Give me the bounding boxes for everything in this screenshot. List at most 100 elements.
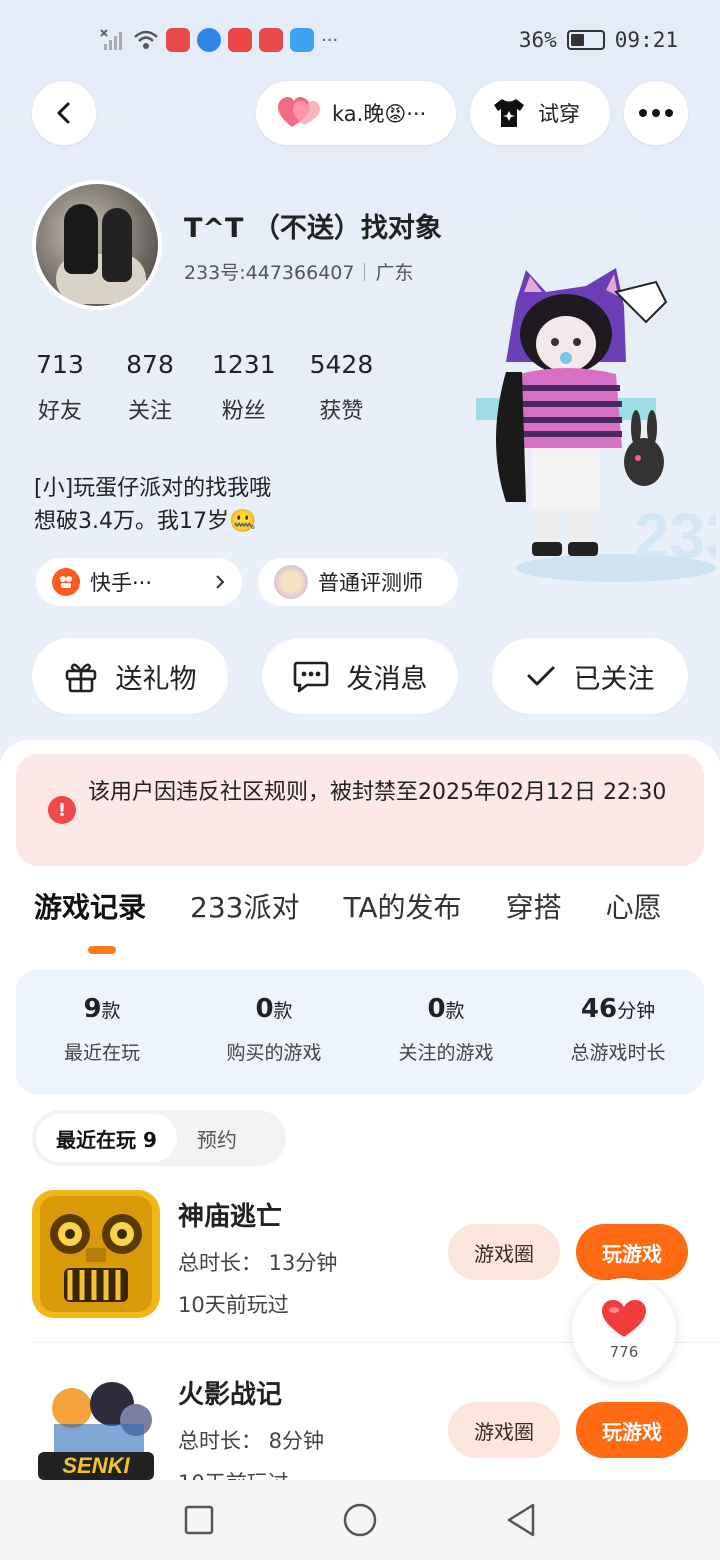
double-heart-icon [278,97,320,127]
avatar[interactable] [32,180,162,310]
game-summary: 9款 最近在玩 0款 购买的游戏 0款 关注的游戏 46分钟 总游戏时长 [16,970,704,1094]
game-duration: 总时长： 13分钟 [178,1251,338,1275]
reviewer-badge-label: 普通评测师 [318,571,423,595]
summary-value: 46分钟 [580,994,656,1024]
tab-game-records[interactable]: 游戏记录 [34,886,146,926]
heart-icon [602,1300,646,1337]
segment-recent[interactable]: 最近在玩 9 [36,1114,177,1162]
nickname: T^T （不送）找对象 [184,213,442,244]
segment-reserve[interactable]: 预约 [177,1114,257,1162]
more-dots-icon [639,109,673,117]
summary-purchased[interactable]: 0款 购买的游戏 [188,970,360,1094]
summary-playtime[interactable]: 46分钟 总游戏时长 [532,970,704,1094]
send-gift-button[interactable]: 送礼物 [32,638,228,714]
wifi-icon [134,30,158,49]
stat-value: 878 [126,350,174,379]
game-meta: 总时长： 8分钟 10天前玩过 [178,1420,324,1480]
status-right: 36% 09:21 [519,28,678,52]
back-triangle-icon[interactable] [505,1502,537,1538]
battery-icon [566,30,605,50]
followed-button[interactable]: 已关注 [492,638,688,714]
stat-fans[interactable]: 1231 粉丝 [212,350,276,425]
stat-label: 好友 [37,399,82,424]
more-button[interactable] [624,81,688,145]
stat-friends[interactable]: 713 好友 [32,350,88,425]
friend-chip[interactable]: ka.晚😡··· [256,81,456,145]
notification-icons: ··· [100,28,338,52]
game-last-played: 10天前玩过 [178,1462,324,1480]
summary-label: 关注的游戏 [398,1042,494,1064]
more-notifications-icon: ··· [321,29,339,51]
user-id[interactable]: 233号:447366407 [184,258,354,285]
summary-label: 总游戏时长 [570,1042,666,1064]
chevron-right-icon [216,575,225,589]
tshirt-icon [494,99,524,127]
stat-value: 713 [36,350,84,379]
game-circle-button[interactable]: 游戏圈 [448,1224,560,1280]
try-on-label: 试穿 [538,102,580,126]
summary-value: 9款 [83,994,121,1024]
segment-control: 最近在玩 9 预约 [32,1110,286,1166]
chevron-left-icon [57,102,70,124]
signal-off-icon [100,29,122,50]
clock: 09:21 [614,28,678,52]
separator [364,262,366,281]
reviewer-badge-chip[interactable]: 普通评测师 [258,558,458,606]
stat-likes[interactable]: 5428 获赞 [310,350,374,425]
bio: [小]玩蛋仔派对的找我哦 想破3.4万。我17岁🤐 [34,472,394,538]
location: 广东 [375,262,414,284]
game-row[interactable]: SENKI 火影战记 总时长： 8分钟 10天前玩过 游戏圈 玩游戏 [32,1368,688,1480]
like-count: 776 [609,1343,639,1361]
summary-followed[interactable]: 0款 关注的游戏 [360,970,532,1094]
followed-label: 已关注 [573,663,655,695]
stat-label: 获赞 [319,399,364,424]
books-icon [228,28,252,52]
game-circle-button[interactable]: 游戏圈 [448,1402,560,1458]
stat-following[interactable]: 878 关注 [122,350,178,425]
play-game-button[interactable]: 玩游戏 [576,1402,688,1458]
tab-posts[interactable]: TA的发布 [343,886,461,926]
play-game-button[interactable]: 玩游戏 [576,1224,688,1280]
tab-bar: 游戏记录 233派对 TA的发布 穿搭 心愿 [34,886,662,926]
alert-icon: ! [48,796,76,824]
chat-bubble-icon [293,661,328,693]
huawei-store-icon [259,28,283,52]
like-button[interactable]: 776 [572,1278,676,1382]
check-icon [527,666,554,686]
back-button[interactable] [32,81,96,145]
user-id-row: 233号:447366407 广东 [184,258,413,285]
status-bar: ··· 36% 09:21 [0,0,720,80]
stats-row: 713 好友 878 关注 1231 粉丝 5428 获赞 [32,350,373,425]
avatar-character-figure[interactable]: 233 [466,262,716,592]
gift-icon [65,663,96,693]
platform-chip[interactable]: 快手··· [36,558,242,606]
stat-value: 5428 [309,350,374,379]
browser-icon [197,28,221,52]
ban-notice [16,754,704,866]
summary-recent[interactable]: 9款 最近在玩 [16,970,188,1094]
recent-apps-icon[interactable] [183,1504,215,1536]
game-meta: 总时长： 13分钟 10天前玩过 [178,1242,337,1326]
tab-outfits[interactable]: 穿搭 [506,886,562,926]
try-on-button[interactable]: 试穿 [470,81,610,145]
tab-wishlist[interactable]: 心愿 [606,886,662,926]
summary-label: 最近在玩 [63,1042,140,1064]
home-icon[interactable] [342,1502,378,1538]
send-message-label: 发消息 [346,663,428,695]
temple-run-icon [32,1190,160,1318]
game-title: 神庙逃亡 [178,1202,283,1232]
battery-percent: 36% [518,28,557,52]
reviewer-badge-icon [274,565,308,599]
platform-chip-label: 快手··· [90,571,153,595]
svg-text:233: 233 [634,500,716,572]
game-last-played: 10天前玩过 [178,1293,289,1317]
stat-value: 1231 [212,350,276,379]
system-nav-bar [0,1480,720,1560]
summary-value: 0款 [427,994,465,1024]
send-message-button[interactable]: 发消息 [262,638,458,714]
huawei-app-icon [166,28,190,52]
kuaishou-icon [52,568,80,596]
tab-233-party[interactable]: 233派对 [190,886,299,926]
send-gift-label: 送礼物 [115,663,197,695]
bio-line: 想破3.4万。我17岁🤐 [34,509,257,534]
